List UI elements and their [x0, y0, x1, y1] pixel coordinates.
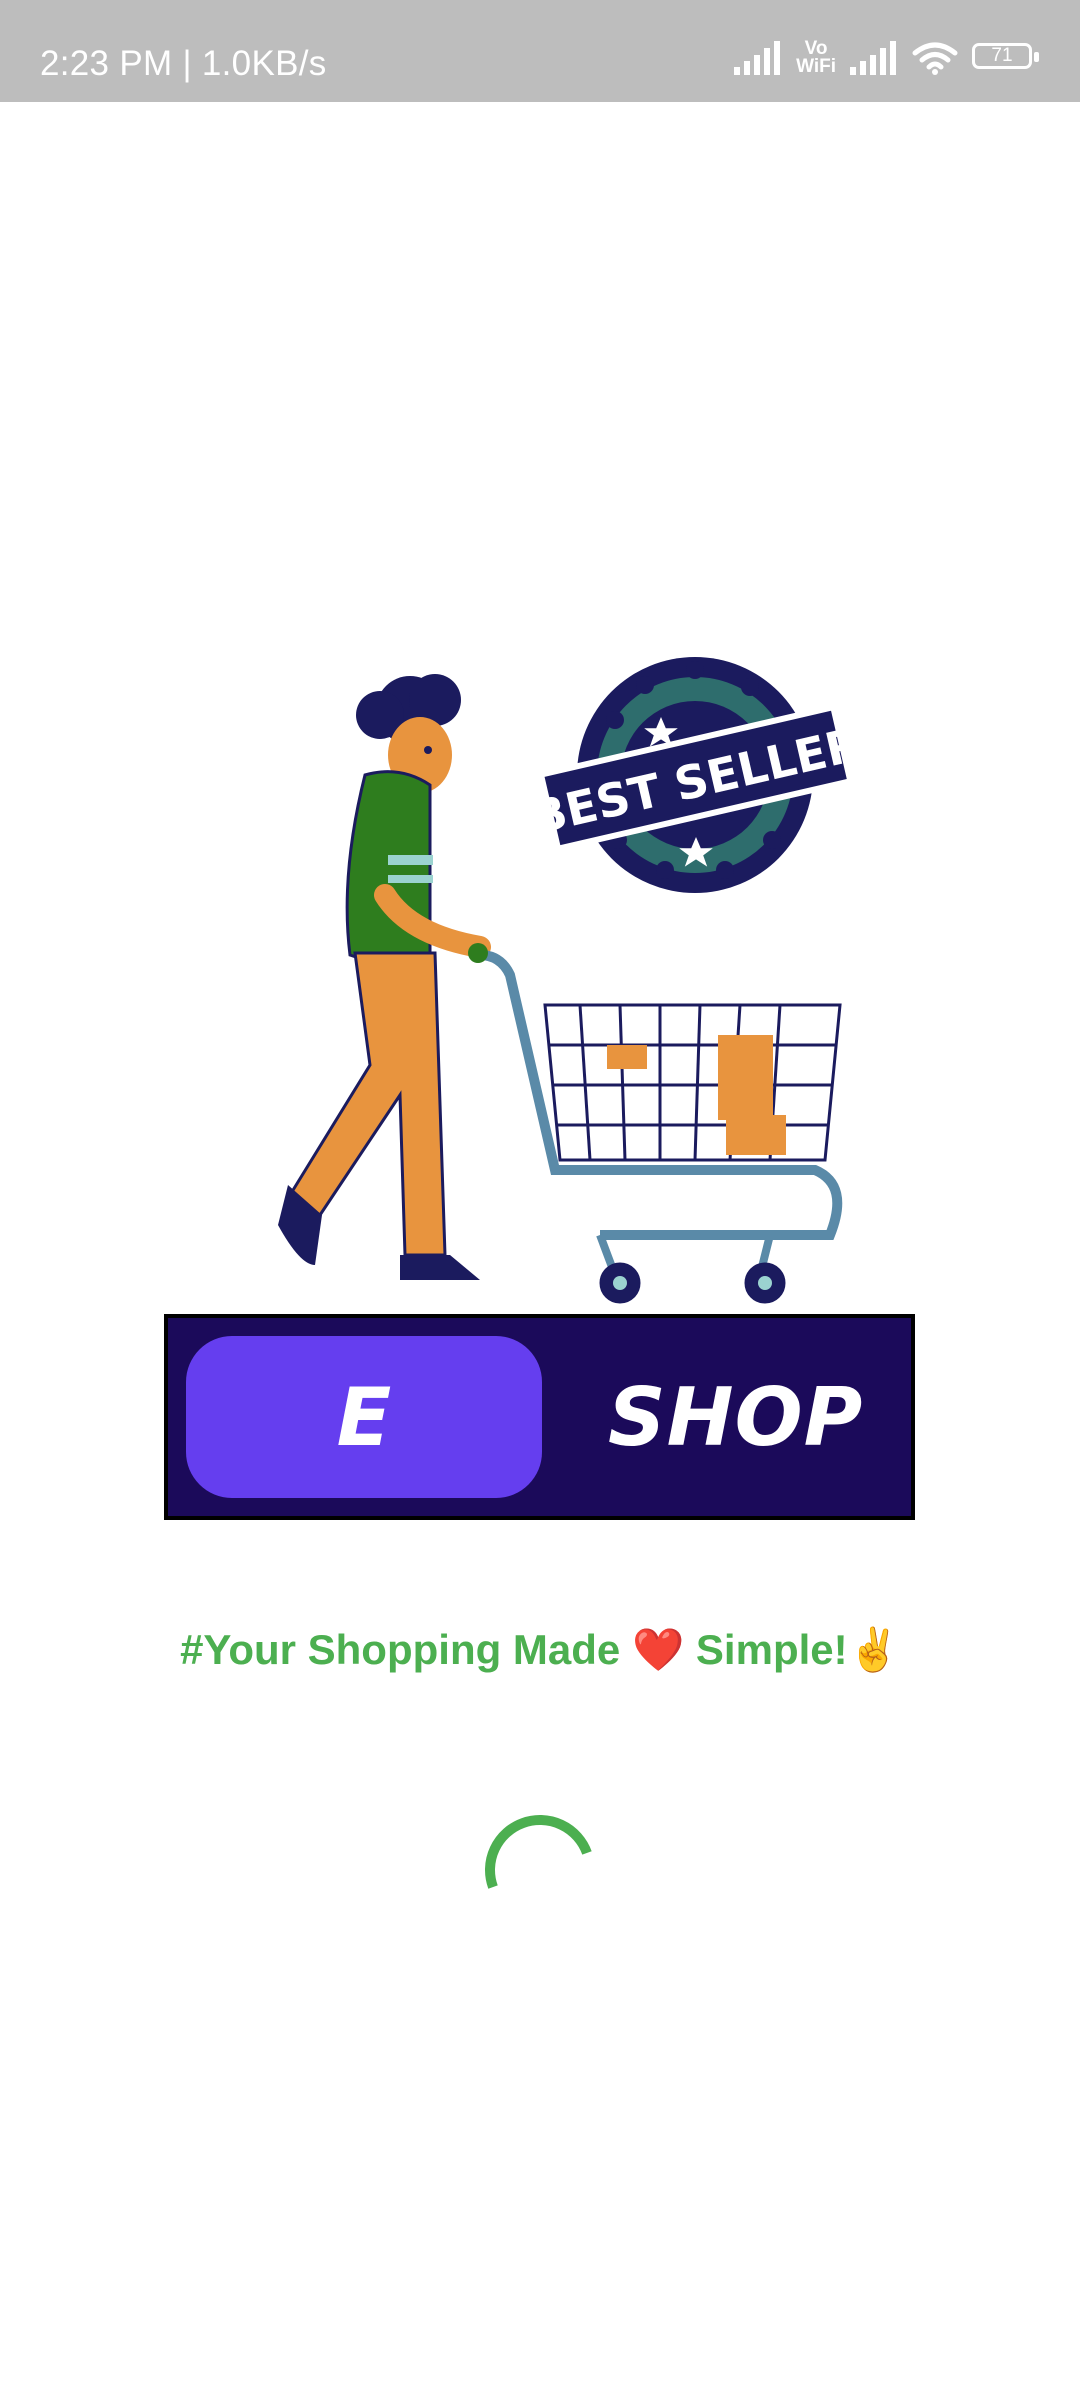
logo-word: SHOP [608, 1370, 864, 1464]
shopper-figure [278, 674, 491, 1280]
status-bar: 2:23 PM | 1.0KB/s Vo WiFi 71 [0, 0, 1080, 102]
tagline-text-before: #Your Shopping Made [180, 1626, 632, 1673]
status-time: 2:23 PM | 1.0KB/s [40, 44, 327, 83]
shopping-cart [474, 949, 843, 1304]
loading-spinner-icon [485, 1815, 592, 1889]
status-icons: Vo WiFi 71 [734, 38, 1040, 78]
tagline: #Your Shopping Made ❤️ Simple!✌️ [0, 1626, 1080, 1675]
logo-letter: E [336, 1370, 392, 1464]
logo-pill: E [186, 1336, 542, 1498]
heart-icon: ❤️ [631, 1626, 685, 1673]
vowifi-icon: Vo WiFi [796, 39, 836, 77]
vowifi-bottom-label: WiFi [796, 56, 836, 77]
tagline-text-after: Simple!✌️ [684, 1626, 900, 1673]
signal-icon [734, 41, 781, 75]
wifi-icon [912, 42, 958, 75]
battery-icon: 71 [972, 43, 1040, 73]
battery-level: 71 [991, 45, 1013, 66]
eshop-logo: E SHOP [164, 1314, 915, 1520]
signal-icon-2 [850, 41, 896, 75]
best-seller-badge: BEST SELLER [526, 657, 867, 893]
